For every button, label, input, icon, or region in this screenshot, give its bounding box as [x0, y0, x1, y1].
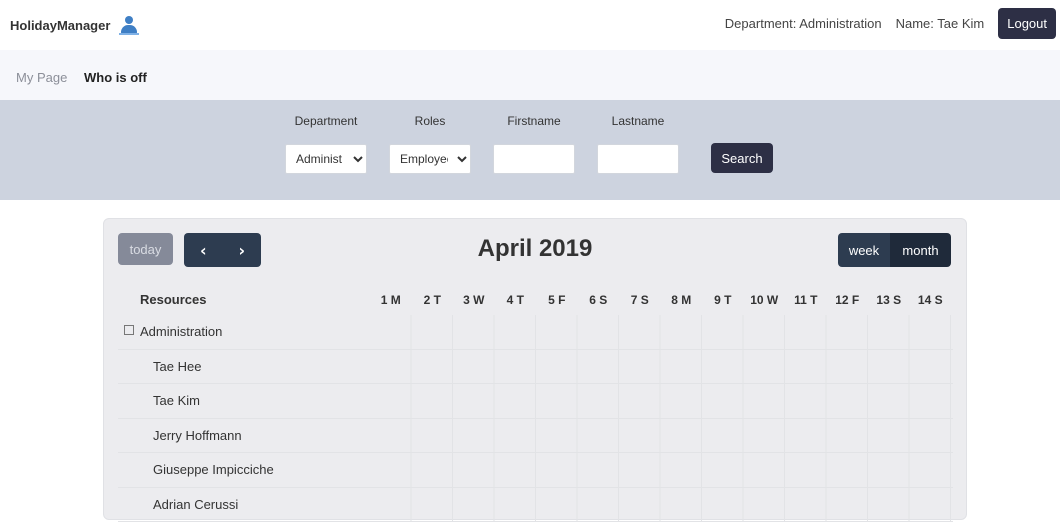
department-info: Department: Administration — [725, 16, 882, 31]
firstname-filter-label: Firstname — [489, 114, 579, 128]
day-cells[interactable] — [370, 419, 953, 453]
resource-rows: Administration Tae Hee Tae Kim Jerry Hof… — [118, 315, 953, 522]
day-cells[interactable] — [370, 315, 953, 349]
nav-who-is-off[interactable]: Who is off — [84, 70, 147, 85]
department-select[interactable]: Administ — [285, 144, 367, 174]
day-header: 12 F — [827, 285, 869, 315]
nav-my-page[interactable]: My Page — [16, 70, 67, 85]
day-header: 13 S — [868, 285, 910, 315]
day-header: 2 T — [412, 285, 454, 315]
day-header: 14 S — [910, 285, 952, 315]
collapse-toggle-icon[interactable] — [124, 325, 134, 335]
day-header-row: 1 M2 T3 W4 T5 F6 S7 S8 M9 T10 W11 T12 F1… — [370, 285, 953, 315]
resource-row: Tae Kim — [118, 384, 953, 419]
resource-row: Adrian Cerussi — [118, 488, 953, 522]
resource-timeline: Resources 1 M2 T3 W4 T5 F6 S7 S8 M9 T10 … — [118, 285, 953, 505]
resource-group-row: Administration — [118, 315, 953, 350]
resource-name: Tae Hee — [118, 350, 370, 384]
day-header: 7 S — [619, 285, 661, 315]
day-cells[interactable] — [370, 384, 953, 418]
resource-row: Jerry Hoffmann — [118, 419, 953, 454]
roles-select[interactable]: Employee — [389, 144, 471, 174]
lastname-input[interactable] — [597, 144, 679, 174]
user-icon — [118, 14, 140, 36]
resource-name: Tae Kim — [118, 384, 370, 418]
resource-name: Giuseppe Impicciche — [118, 453, 370, 487]
roles-filter-label: Roles — [385, 114, 475, 128]
day-header: 3 W — [453, 285, 495, 315]
day-header: 8 M — [661, 285, 703, 315]
user-name-info: Name: Tae Kim — [896, 16, 985, 31]
resource-group-label[interactable]: Administration — [118, 315, 370, 349]
day-cells[interactable] — [370, 488, 953, 522]
logout-button[interactable]: Logout — [998, 8, 1056, 39]
week-view-button[interactable]: week — [838, 233, 890, 267]
brand-name: HolidayManager — [10, 18, 110, 33]
filter-panel: Department Roles Firstname Lastname Admi… — [0, 100, 1060, 200]
nav-bar: My Page Who is off — [0, 50, 1060, 100]
resource-name: Adrian Cerussi — [118, 488, 370, 522]
day-header: 11 T — [785, 285, 827, 315]
calendar: today ‹ › April 2019 week month Resource… — [103, 218, 967, 520]
day-cells[interactable] — [370, 350, 953, 384]
day-header: 5 F — [536, 285, 578, 315]
firstname-input[interactable] — [493, 144, 575, 174]
view-switch: week month — [838, 233, 951, 267]
group-name: Administration — [140, 324, 222, 339]
brand[interactable]: HolidayManager — [10, 14, 140, 36]
department-filter-label: Department — [281, 114, 371, 128]
day-header: 4 T — [495, 285, 537, 315]
day-cells[interactable] — [370, 453, 953, 487]
search-button[interactable]: Search — [711, 143, 773, 173]
resource-name: Jerry Hoffmann — [118, 419, 370, 453]
resource-row: Giuseppe Impicciche — [118, 453, 953, 488]
user-info: Department: Administration Name: Tae Kim… — [725, 8, 1056, 39]
lastname-filter-label: Lastname — [593, 114, 683, 128]
resources-header: Resources — [118, 285, 370, 315]
calendar-title: April 2019 — [104, 235, 966, 263]
day-header: 1 M — [370, 285, 412, 315]
day-header: 1 — [951, 285, 953, 315]
day-header: 9 T — [702, 285, 744, 315]
day-header: 10 W — [744, 285, 786, 315]
top-bar: HolidayManager Department: Administratio… — [0, 0, 1060, 50]
day-header: 6 S — [578, 285, 620, 315]
resource-row: Tae Hee — [118, 350, 953, 385]
month-view-button[interactable]: month — [890, 233, 951, 267]
